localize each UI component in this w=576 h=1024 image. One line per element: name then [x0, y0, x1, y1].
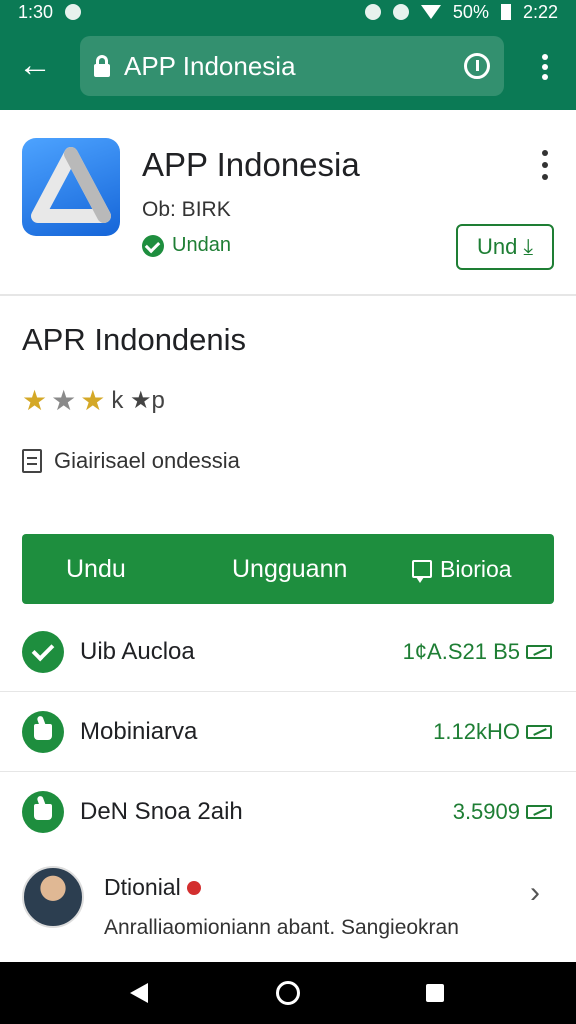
nav-home-icon[interactable]: [276, 981, 300, 1005]
avatar: [22, 866, 84, 928]
document-icon: [22, 449, 42, 473]
status-left: 1:30: [18, 1, 82, 23]
app-developer[interactable]: Ob: BIRK: [142, 198, 231, 222]
review-card[interactable]: Dtionial › Anralliaomioniann abant. Sang…: [0, 856, 576, 962]
url-text: APP Indonesia: [124, 50, 296, 81]
action-review[interactable]: Biorioa: [412, 534, 512, 604]
list-item-label: Uib Aucloa: [80, 637, 195, 665]
download-icon: ⤓: [523, 234, 534, 259]
check-circle-icon: [22, 630, 64, 673]
action-bar: Undu Ungguann Biorioa: [22, 534, 554, 604]
list-item-value-text: 3.5909: [452, 799, 520, 824]
category-label: Giairisael ondessia: [54, 448, 240, 473]
install-button[interactable]: Und ⤓: [456, 224, 554, 270]
nav-back-icon[interactable]: [130, 983, 148, 1003]
category-row: Giairisael ondessia: [22, 448, 240, 474]
tag-icon: [526, 805, 552, 819]
list-item-value: 1.12kHO: [433, 719, 552, 745]
action-review-label: Biorioa: [440, 555, 512, 582]
list-item-value-text: 1¢A.S21 B5: [402, 638, 520, 664]
review-author-name: Dtionial: [104, 874, 181, 900]
star-icon: ★: [80, 384, 106, 416]
review-author: Dtionial: [104, 874, 201, 901]
mute-icon: [364, 4, 381, 20]
app-more-icon[interactable]: [538, 150, 552, 180]
action-download[interactable]: Undu: [66, 534, 126, 604]
tag-icon: [526, 724, 552, 739]
verified-check-icon: [142, 234, 164, 257]
rating-row: ★ ★ ★ k ★p: [22, 386, 165, 415]
tag-icon: [526, 644, 552, 659]
thumbs-up-icon: [22, 791, 64, 833]
triangle-logo-icon: [31, 147, 111, 223]
app-logo: [22, 138, 120, 236]
status-time-left: 1:30: [18, 1, 54, 22]
list-item-value-text: 1.12kHO: [433, 718, 520, 744]
browser-toolbar: ← APP Indonesia: [0, 24, 576, 110]
battery-icon: [500, 4, 511, 20]
list-item-label: DeN Snoa 2aih: [80, 798, 243, 825]
app-header: APP Indonesia Ob: BIRK Undan Und ⤓: [0, 110, 576, 296]
status-right: 50% 2:22: [364, 1, 558, 23]
verified-status: Undan: [142, 234, 231, 257]
list-item-value: 1¢A.S21 B5: [403, 639, 552, 665]
notification-icon: [65, 4, 82, 20]
app-name: APP Indonesia: [142, 146, 360, 183]
star-icon: ★: [22, 384, 48, 416]
battery-percent: 50%: [452, 1, 489, 22]
action-download-main[interactable]: Ungguann: [232, 534, 347, 604]
rating-text: k ★p: [111, 387, 165, 414]
chevron-right-icon[interactable]: ›: [530, 878, 540, 908]
url-bar[interactable]: APP Indonesia: [80, 36, 504, 96]
verified-label: Undan: [172, 234, 231, 256]
status-bar: 1:30 50% 2:22: [0, 0, 576, 24]
detail-title: APR Indondenis: [22, 322, 247, 357]
list-item[interactable]: Uib Aucloa 1¢A.S21 B5: [0, 612, 576, 692]
info-icon[interactable]: [464, 53, 490, 79]
status-clock: 2:22: [522, 1, 558, 22]
nav-recents-icon[interactable]: [426, 984, 444, 1002]
chat-icon: [412, 560, 432, 583]
badge-icon: [186, 880, 201, 895]
overflow-menu-icon[interactable]: [530, 50, 560, 84]
list-item[interactable]: DeN Snoa 2aih 3.5909: [0, 772, 576, 852]
list-item-value: 3.5909: [453, 799, 552, 825]
thumbs-up-icon: [22, 710, 64, 753]
list-item-label: Mobiniarva: [80, 717, 198, 745]
list-item[interactable]: Mobiniarva 1.12kHO: [0, 692, 576, 772]
sync-icon: [392, 4, 409, 20]
back-arrow-icon[interactable]: ←: [14, 46, 56, 88]
lock-icon: [94, 55, 110, 77]
star-icon: ★: [51, 384, 77, 416]
wifi-icon: [420, 5, 441, 19]
system-nav-bar: [0, 962, 576, 1024]
install-label: Und: [476, 234, 518, 259]
review-text: Anralliaomioniann abant. Sangieokran: [104, 916, 459, 939]
